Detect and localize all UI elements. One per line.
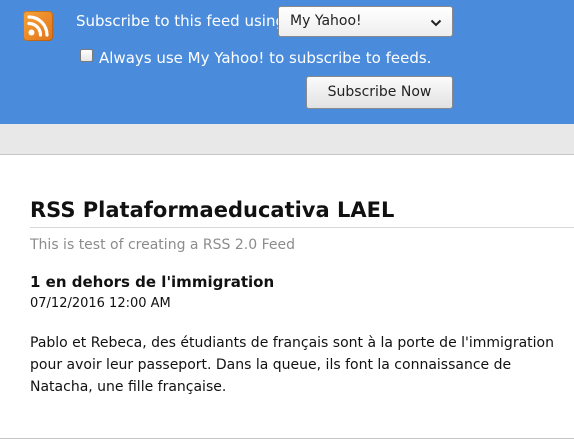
feed-subtitle: This is test of creating a RSS 2.0 Feed — [30, 237, 295, 253]
chevron-down-icon — [430, 16, 442, 32]
header-divider-band — [0, 124, 574, 155]
subscribe-bar: Subscribe to this feed using My Yahoo! A… — [0, 0, 574, 124]
always-use-checkbox[interactable] — [80, 49, 93, 62]
bottom-divider — [0, 438, 574, 439]
entry-date: 07/12/2016 12:00 AM — [30, 296, 171, 311]
subscribe-label: Subscribe to this feed using — [76, 12, 285, 30]
feed-reader-select[interactable]: My Yahoo! — [278, 6, 453, 37]
rss-feed-icon — [23, 11, 53, 41]
title-divider — [30, 227, 574, 228]
always-use-label[interactable]: Always use My Yahoo! to subscribe to fee… — [99, 49, 431, 67]
entry-body: Pablo et Rebeca, des étudiants de frança… — [30, 335, 554, 395]
subscribe-now-button[interactable]: Subscribe Now — [306, 76, 453, 109]
entry-title-link[interactable]: 1 en dehors de l'immigration — [30, 273, 274, 291]
feed-reader-selected-value: My Yahoo! — [290, 13, 362, 29]
feed-title: RSS Plataformaeducativa LAEL — [30, 198, 395, 222]
